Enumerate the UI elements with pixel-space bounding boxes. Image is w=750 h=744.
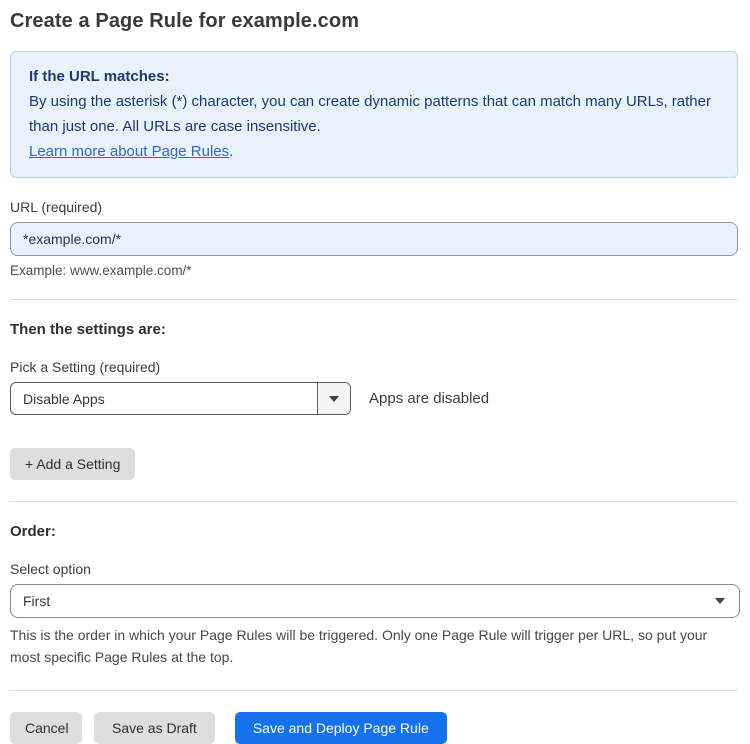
save-as-draft-button[interactable]: Save as Draft [94, 711, 215, 744]
setting-picker-label: Pick a Setting (required) [10, 359, 161, 376]
action-bar: Cancel Save as Draft Save and Deploy Pag… [10, 711, 738, 744]
add-setting-button[interactable]: + Add a Setting [10, 448, 136, 481]
settings-section-heading: Then the settings are: [10, 321, 166, 339]
cancel-button[interactable]: Cancel [10, 711, 82, 744]
url-example-hint: Example: www.example.com/* [10, 263, 192, 279]
order-section-heading: Order: [10, 523, 56, 541]
setting-dropdown[interactable]: Disable Apps [10, 382, 351, 416]
divider [10, 689, 738, 691]
save-and-deploy-button[interactable]: Save and Deploy Page Rule [234, 711, 447, 744]
create-page-rule-panel: Create a Page Rule for example.com If th… [0, 0, 750, 744]
order-select[interactable]: First [10, 584, 740, 619]
order-select-value: First [23, 593, 51, 610]
info-box-heading: If the URL matches: [29, 68, 170, 85]
order-select-label: Select option [10, 561, 91, 578]
url-field-label: URL (required) [10, 199, 103, 216]
setting-dropdown-arrow-button[interactable] [317, 383, 350, 415]
learn-more-link[interactable]: Learn more about Page Rules [29, 143, 229, 160]
setting-row: Disable Apps Apps are disabled [10, 382, 738, 416]
setting-description: Apps are disabled [369, 390, 490, 408]
chevron-down-icon [329, 395, 339, 402]
divider [10, 299, 738, 301]
url-input[interactable] [10, 222, 738, 257]
info-box-link-line: Learn more about Page Rules. [29, 139, 719, 164]
divider [10, 501, 738, 503]
link-period: . [229, 143, 234, 161]
url-match-info-box: If the URL matches: By using the asteris… [10, 51, 738, 179]
page-title: Create a Page Rule for example.com [10, 10, 360, 32]
setting-dropdown-value: Disable Apps [23, 390, 105, 407]
info-box-body: By using the asterisk (*) character, you… [29, 93, 711, 136]
order-hint: This is the order in which your Page Rul… [10, 627, 708, 665]
chevron-down-icon [715, 598, 725, 605]
